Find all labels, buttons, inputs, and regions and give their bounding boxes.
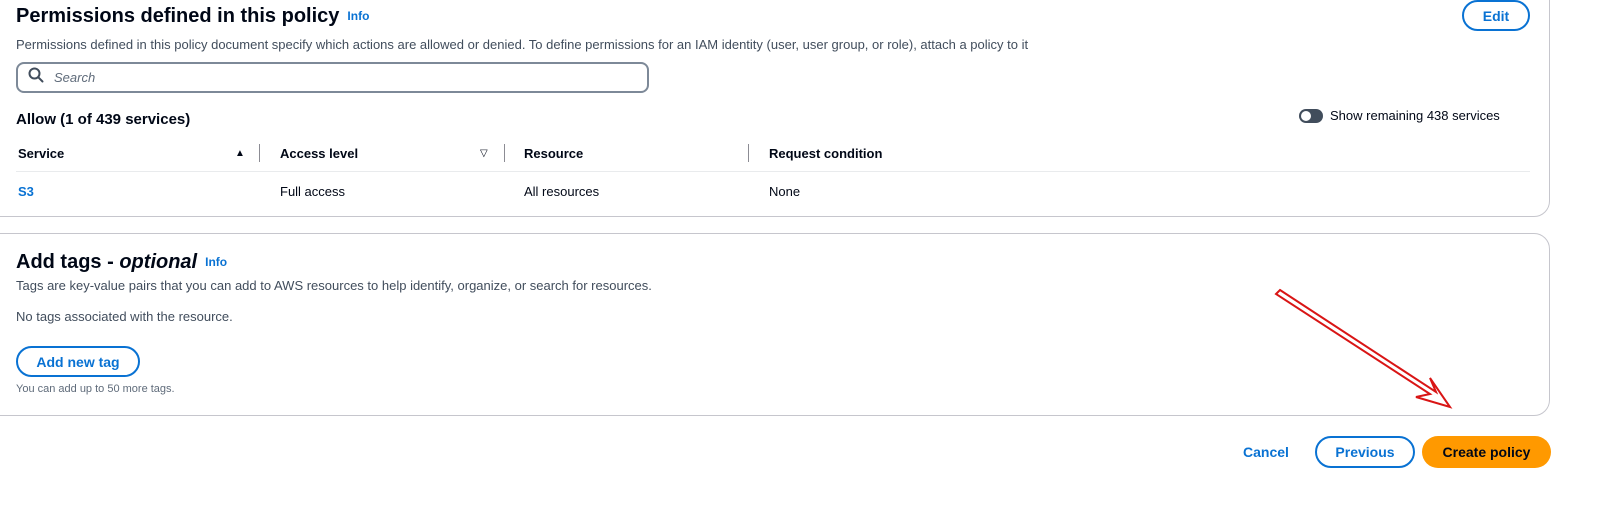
- no-tags-text: No tags associated with the resource.: [16, 309, 233, 324]
- sort-ascending-icon[interactable]: ▲: [235, 148, 245, 159]
- service-link-s3[interactable]: S3: [18, 184, 34, 199]
- permissions-description: Permissions defined in this policy docum…: [16, 37, 1029, 52]
- cell-access-level: Full access: [280, 184, 346, 199]
- sort-descending-icon[interactable]: ▽: [480, 148, 488, 159]
- previous-button[interactable]: Previous: [1315, 436, 1415, 468]
- add-new-tag-button[interactable]: Add new tag: [16, 346, 140, 377]
- annotation-arrow-icon: [1274, 288, 1453, 409]
- permissions-info-link[interactable]: Info: [347, 9, 369, 23]
- tags-title-optional: optional: [119, 251, 198, 273]
- column-divider[interactable]: [259, 144, 260, 162]
- column-divider[interactable]: [748, 144, 749, 162]
- cell-request-condition: None: [769, 184, 801, 199]
- search-input[interactable]: [52, 69, 616, 86]
- column-header-access-level[interactable]: Access level: [280, 146, 358, 161]
- permissions-heading: Permissions defined in this policy Info: [16, 5, 369, 28]
- toggle-knob: [1301, 110, 1311, 121]
- column-divider[interactable]: [504, 144, 505, 162]
- column-header-request-condition[interactable]: Request condition: [769, 146, 882, 161]
- cell-resource: All resources: [524, 184, 600, 199]
- search-icon: [28, 67, 44, 88]
- tags-title: Add tags -: [16, 251, 120, 273]
- column-header-resource[interactable]: Resource: [524, 146, 583, 161]
- cancel-button[interactable]: Cancel: [1243, 444, 1289, 460]
- tags-heading: Add tags - optional Info: [16, 251, 227, 274]
- edit-button[interactable]: Edit: [1462, 0, 1530, 31]
- tags-info-link[interactable]: Info: [205, 255, 227, 269]
- create-policy-button[interactable]: Create policy: [1422, 436, 1551, 468]
- tags-limit-hint: You can add up to 50 more tags.: [16, 383, 175, 395]
- allow-title: Allow (1 of 439 services): [16, 111, 191, 128]
- show-remaining-toggle[interactable]: [1299, 108, 1323, 123]
- column-header-service[interactable]: Service: [18, 146, 64, 161]
- permissions-title: Permissions defined in this policy: [16, 5, 340, 27]
- show-remaining-toggle-group[interactable]: Show remaining 438 services: [1299, 108, 1500, 123]
- show-remaining-label: Show remaining 438 services: [1330, 108, 1500, 123]
- table-row-divider: [16, 171, 1530, 172]
- search-box[interactable]: [16, 62, 649, 93]
- tags-description: Tags are key-value pairs that you can ad…: [16, 278, 652, 293]
